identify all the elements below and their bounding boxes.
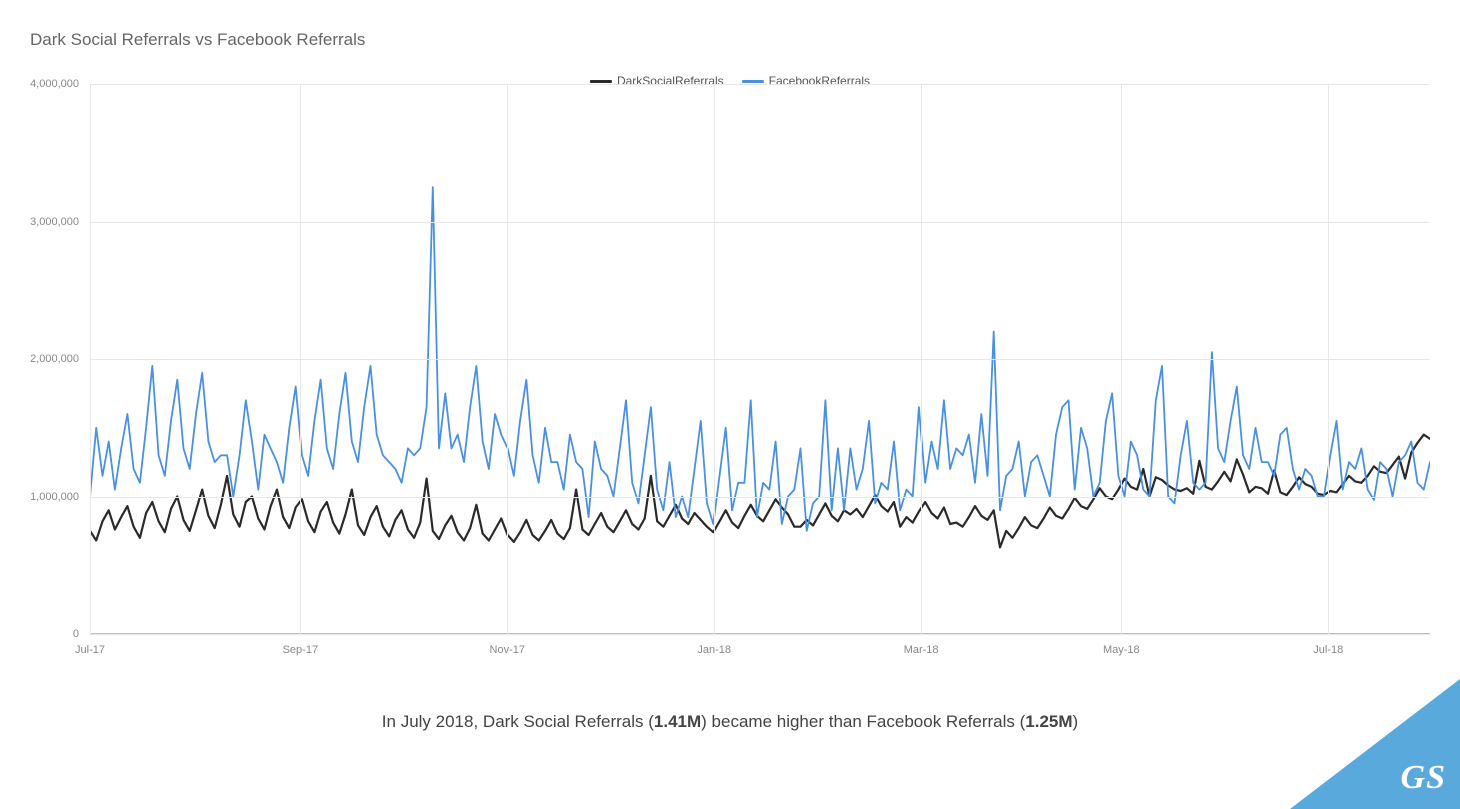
gridline-v (1121, 84, 1122, 634)
chart-title: Dark Social Referrals vs Facebook Referr… (30, 30, 1430, 50)
plot (90, 84, 1430, 634)
caption-mid: ) became higher than Facebook Referrals … (701, 712, 1025, 731)
x-tick-label: Sep-17 (283, 644, 318, 656)
caption-val1: 1.41M (654, 712, 701, 731)
gridline-h (90, 222, 1430, 223)
gridline-v (921, 84, 922, 634)
y-tick-label: 1,000,000 (30, 491, 79, 503)
x-tick-label: Nov-17 (490, 644, 525, 656)
chart-area: DarkSocialReferrals FacebookReferrals 01… (30, 74, 1430, 664)
y-axis: 01,000,0002,000,0003,000,0004,000,000 (30, 84, 85, 634)
gridline-v (300, 84, 301, 634)
caption-suffix: ) (1073, 712, 1079, 731)
gridline-v (507, 84, 508, 634)
legend-swatch-facebook (742, 80, 764, 83)
gridline-h (90, 634, 1430, 635)
x-tick-label: Jul-18 (1313, 644, 1343, 656)
x-tick-label: May-18 (1103, 644, 1140, 656)
gridline-h (90, 497, 1430, 498)
chart-caption: In July 2018, Dark Social Referrals (1.4… (30, 712, 1430, 732)
gridline-h (90, 359, 1430, 360)
gridline-v (90, 84, 91, 634)
x-tick-label: Mar-18 (904, 644, 939, 656)
x-axis: Jul-17Sep-17Nov-17Jan-18Mar-18May-18Jul-… (90, 638, 1430, 664)
y-tick-label: 2,000,000 (30, 353, 79, 365)
x-tick-label: Jul-17 (75, 644, 105, 656)
brand-text: GS (1401, 759, 1446, 797)
legend-swatch-dark-social (590, 80, 612, 83)
y-tick-label: 0 (73, 628, 79, 640)
y-tick-label: 3,000,000 (30, 216, 79, 228)
caption-val2: 1.25M (1025, 712, 1072, 731)
brand-badge: GS (1290, 679, 1460, 809)
x-tick-label: Jan-18 (697, 644, 731, 656)
y-tick-label: 4,000,000 (30, 78, 79, 90)
series-DarkSocialReferrals (90, 435, 1430, 548)
caption-prefix: In July 2018, Dark Social Referrals ( (382, 712, 654, 731)
gridline-h (90, 84, 1430, 85)
gridline-v (714, 84, 715, 634)
gridline-v (1328, 84, 1329, 634)
